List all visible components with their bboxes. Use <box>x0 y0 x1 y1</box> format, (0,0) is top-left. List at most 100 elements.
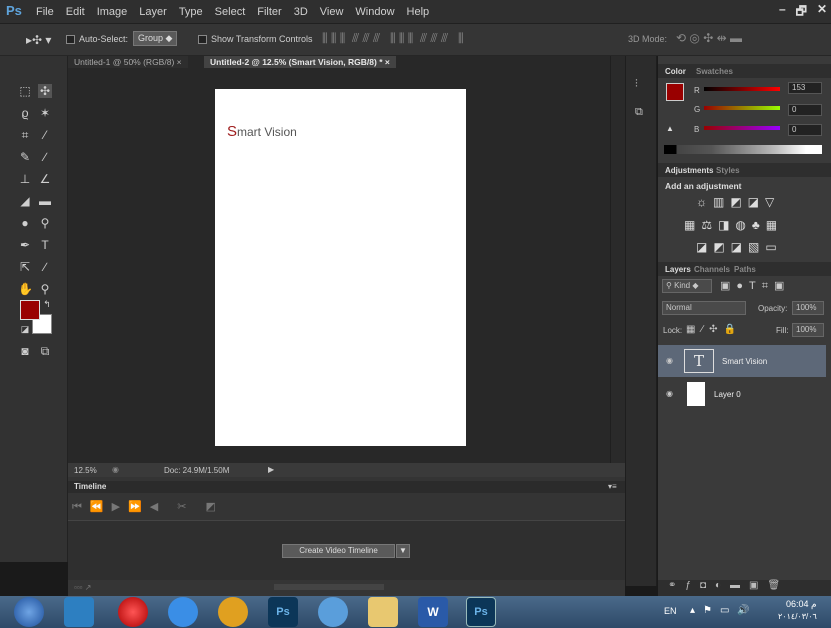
path-select-icon[interactable]: ⇱ <box>18 260 32 274</box>
explorer-icon[interactable] <box>64 597 94 627</box>
folder-icon[interactable] <box>368 597 398 627</box>
layer-row-smart-vision[interactable]: ◉ T Smart Vision <box>658 345 826 377</box>
tab-channels[interactable]: Channels <box>694 265 730 274</box>
status-icon[interactable]: ◉ <box>112 465 119 474</box>
menu-filter[interactable]: Filter <box>257 6 281 18</box>
eye-icon[interactable]: ◉ <box>666 356 673 365</box>
move-tool-icon[interactable]: ▸✣ ▾ <box>26 33 51 47</box>
layer-row-layer-0[interactable]: ◉ Layer 0 <box>658 379 826 409</box>
swap-colors-icon[interactable]: ↰ <box>40 297 54 311</box>
show-transform-checkbox[interactable] <box>198 35 207 44</box>
menu-3d[interactable]: 3D <box>294 6 308 18</box>
document-text-layer[interactable]: Smart Vision <box>227 123 297 140</box>
timeline-render-icon[interactable]: ▫▫▫ ↗ <box>74 583 91 592</box>
crop-tool-icon[interactable]: ⌗ <box>18 128 32 142</box>
layers-footer-icons[interactable]: ⚭ƒ◘◐▬▣🗑 <box>658 580 831 596</box>
tab-styles[interactable]: Styles <box>716 166 740 175</box>
history-brush-icon[interactable]: ∠ <box>38 172 52 186</box>
clock-time[interactable]: 06:04 م <box>786 599 817 610</box>
foreground-color-swatch[interactable] <box>20 300 40 320</box>
chevron-down-icon[interactable]: ▼ <box>396 544 410 558</box>
history-panel-icon[interactable]: ⫶ <box>635 78 638 91</box>
tab-paths[interactable]: Paths <box>734 265 756 274</box>
internet-explorer-icon[interactable] <box>168 597 198 627</box>
g-value[interactable]: 0 <box>788 104 822 116</box>
timeline-title[interactable]: Timeline <box>74 482 106 491</box>
blur-tool-icon[interactable]: ● <box>18 216 32 230</box>
opera-icon[interactable] <box>118 597 148 627</box>
layer-name[interactable]: Smart Vision <box>722 357 767 366</box>
create-video-timeline-button[interactable]: Create Video Timeline <box>282 544 395 558</box>
eye-icon[interactable]: ◉ <box>666 389 673 398</box>
screen-mode-icon[interactable]: ⧉ <box>38 344 52 358</box>
layer-name[interactable]: Layer 0 <box>714 390 741 399</box>
tab-untitled-1[interactable]: Untitled-1 @ 50% (RGB/8) × <box>68 56 188 68</box>
document-canvas[interactable]: Smart Vision <box>215 89 466 446</box>
group-select[interactable]: Group ◆ <box>133 31 178 46</box>
marquee-tool-icon[interactable]: ⬚ <box>18 84 32 98</box>
3d-mode-icons[interactable]: ⟲ ◎ ✣ ⇹ ▬ <box>676 31 742 45</box>
move-tool-icon[interactable]: ✣ <box>38 84 52 98</box>
tab-layers[interactable]: Layers <box>665 265 691 274</box>
lasso-tool-icon[interactable]: ϱ <box>18 106 32 120</box>
magic-wand-icon[interactable]: ✶ <box>38 106 52 120</box>
warning-icon[interactable]: ▲ <box>666 124 674 133</box>
close-icon[interactable]: × <box>177 57 182 67</box>
hand-tool-icon[interactable]: ✋ <box>18 282 33 296</box>
menu-select[interactable]: Select <box>215 6 246 18</box>
eyedropper-icon[interactable]: ⁄ <box>38 128 52 142</box>
zoom-tool-icon[interactable]: ⚲ <box>38 282 52 296</box>
clone-stamp-icon[interactable]: ⊥ <box>18 172 32 186</box>
eraser-icon[interactable]: ◢ <box>18 194 32 208</box>
healing-brush-icon[interactable]: ✎ <box>18 150 32 164</box>
blend-mode-select[interactable]: Normal <box>662 301 746 315</box>
opacity-field[interactable]: 100% <box>792 301 824 315</box>
b-slider[interactable] <box>704 126 780 130</box>
zoom-level[interactable]: 12.5% <box>74 466 97 475</box>
status-menu-arrow-icon[interactable]: ▶ <box>268 465 274 474</box>
type-tool-icon[interactable]: T <box>38 238 52 252</box>
menu-image[interactable]: Image <box>97 6 128 18</box>
tab-untitled-2[interactable]: Untitled-2 @ 12.5% (Smart Vision, RGB/8)… <box>204 56 396 68</box>
lock-icons[interactable]: ▦∕✣🔒 <box>686 324 742 335</box>
minimize-button[interactable]: – <box>779 2 786 23</box>
menu-edit[interactable]: Edit <box>66 6 85 18</box>
photoshop-taskbar-icon[interactable]: Ps <box>268 597 298 627</box>
auto-select-checkbox[interactable] <box>66 35 75 44</box>
b-value[interactable]: 0 <box>788 124 822 136</box>
layer-filter-icons[interactable]: ▣●T⌗▣ <box>720 279 790 293</box>
menu-type[interactable]: Type <box>179 6 203 18</box>
fill-field[interactable]: 100% <box>792 323 824 337</box>
gradient-icon[interactable]: ▬ <box>38 194 52 208</box>
line-tool-icon[interactable]: ∕ <box>38 260 52 274</box>
color-ramp[interactable] <box>664 145 822 154</box>
tab-adjustments[interactable]: Adjustments <box>665 166 713 175</box>
chrome-icon[interactable] <box>318 597 348 627</box>
panel-menu-icon[interactable]: ▾≡ <box>608 482 617 491</box>
timeline-playback-icons[interactable]: ⏮⏪▶⏩◀ ✂ ◩ <box>72 500 224 514</box>
menu-layer[interactable]: Layer <box>139 6 167 18</box>
default-colors-icon[interactable]: ◪ <box>18 322 32 336</box>
fg-color-swatch[interactable] <box>666 83 684 101</box>
align-icons[interactable]: ⫼ ⫼ ⫼ ⫻ ⫻ ⫻ ⫼ ⫼ ⫼ ⫻ ⫻ ⫻ ⫼ <box>322 31 464 46</box>
clock-date[interactable]: ٢٠١٤/٠٣/٠٦ <box>778 612 817 621</box>
close-button[interactable]: ✕ <box>817 2 827 23</box>
timeline-zoom-slider[interactable] <box>274 584 384 590</box>
tab-color[interactable]: Color <box>665 67 686 76</box>
menu-file[interactable]: File <box>36 6 54 18</box>
brush-tool-icon[interactable]: ∕ <box>38 150 52 164</box>
menu-view[interactable]: View <box>320 6 344 18</box>
tray-icons[interactable]: ▴⚑▭🔊 <box>690 605 758 616</box>
layer-filter-select[interactable]: ⚲ Kind ◆ <box>662 279 712 293</box>
close-icon[interactable]: × <box>385 57 390 67</box>
adjustment-icons-row2[interactable]: ▦⚖◨◍♣▦ <box>684 218 783 232</box>
vertical-scrollbar[interactable] <box>610 56 625 463</box>
adjustment-icons-row1[interactable]: ☼▥◩◪▽ <box>696 195 780 209</box>
g-slider[interactable] <box>704 106 780 110</box>
photoshop-active-icon[interactable]: Ps <box>466 597 496 627</box>
quick-mask-icon[interactable]: ◙ <box>18 344 32 358</box>
adjustment-icons-row3[interactable]: ◪◩◪▧▭ <box>696 240 783 254</box>
maximize-button[interactable]: 🗗 <box>796 2 807 23</box>
menu-help[interactable]: Help <box>407 6 430 18</box>
word-icon[interactable]: W <box>418 597 448 627</box>
